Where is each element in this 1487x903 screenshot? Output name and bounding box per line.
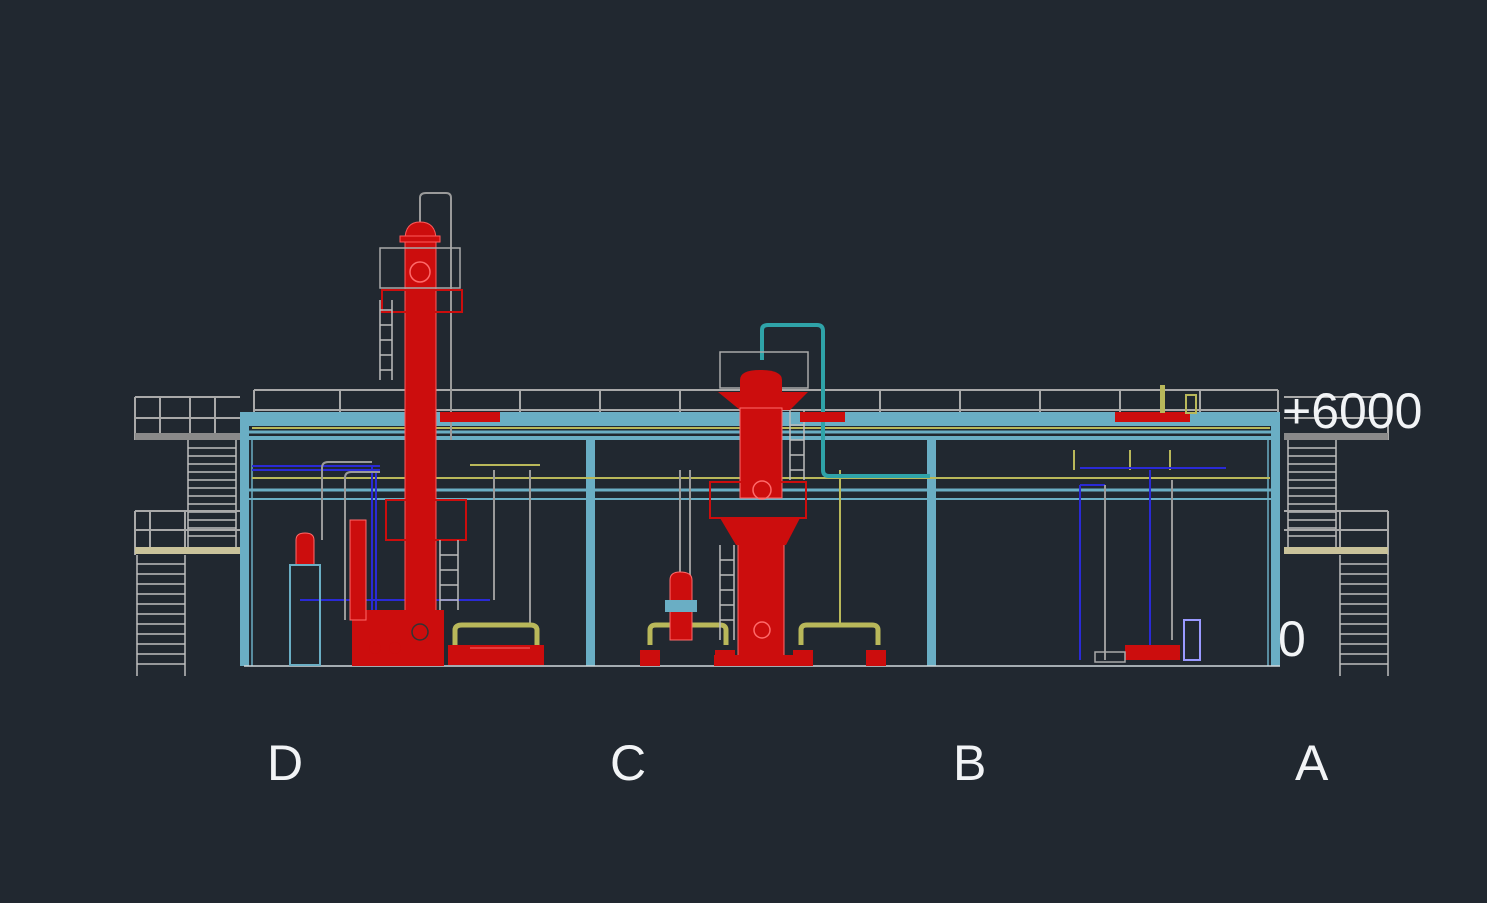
middle-small-vessel	[665, 571, 697, 641]
grid-axis-label-a: A	[1295, 735, 1329, 791]
column-b	[927, 438, 936, 666]
grid-axis-label-c: C	[610, 735, 647, 791]
elevation-label-bottom: 0	[1278, 611, 1306, 667]
grid-axis-label-b: B	[953, 735, 987, 791]
elevation-label-top: +6000	[1282, 383, 1423, 439]
elevation-drawing	[0, 0, 1487, 903]
grid-axis-label-d: D	[267, 735, 304, 791]
column-c	[586, 438, 595, 666]
column-d	[240, 412, 249, 666]
